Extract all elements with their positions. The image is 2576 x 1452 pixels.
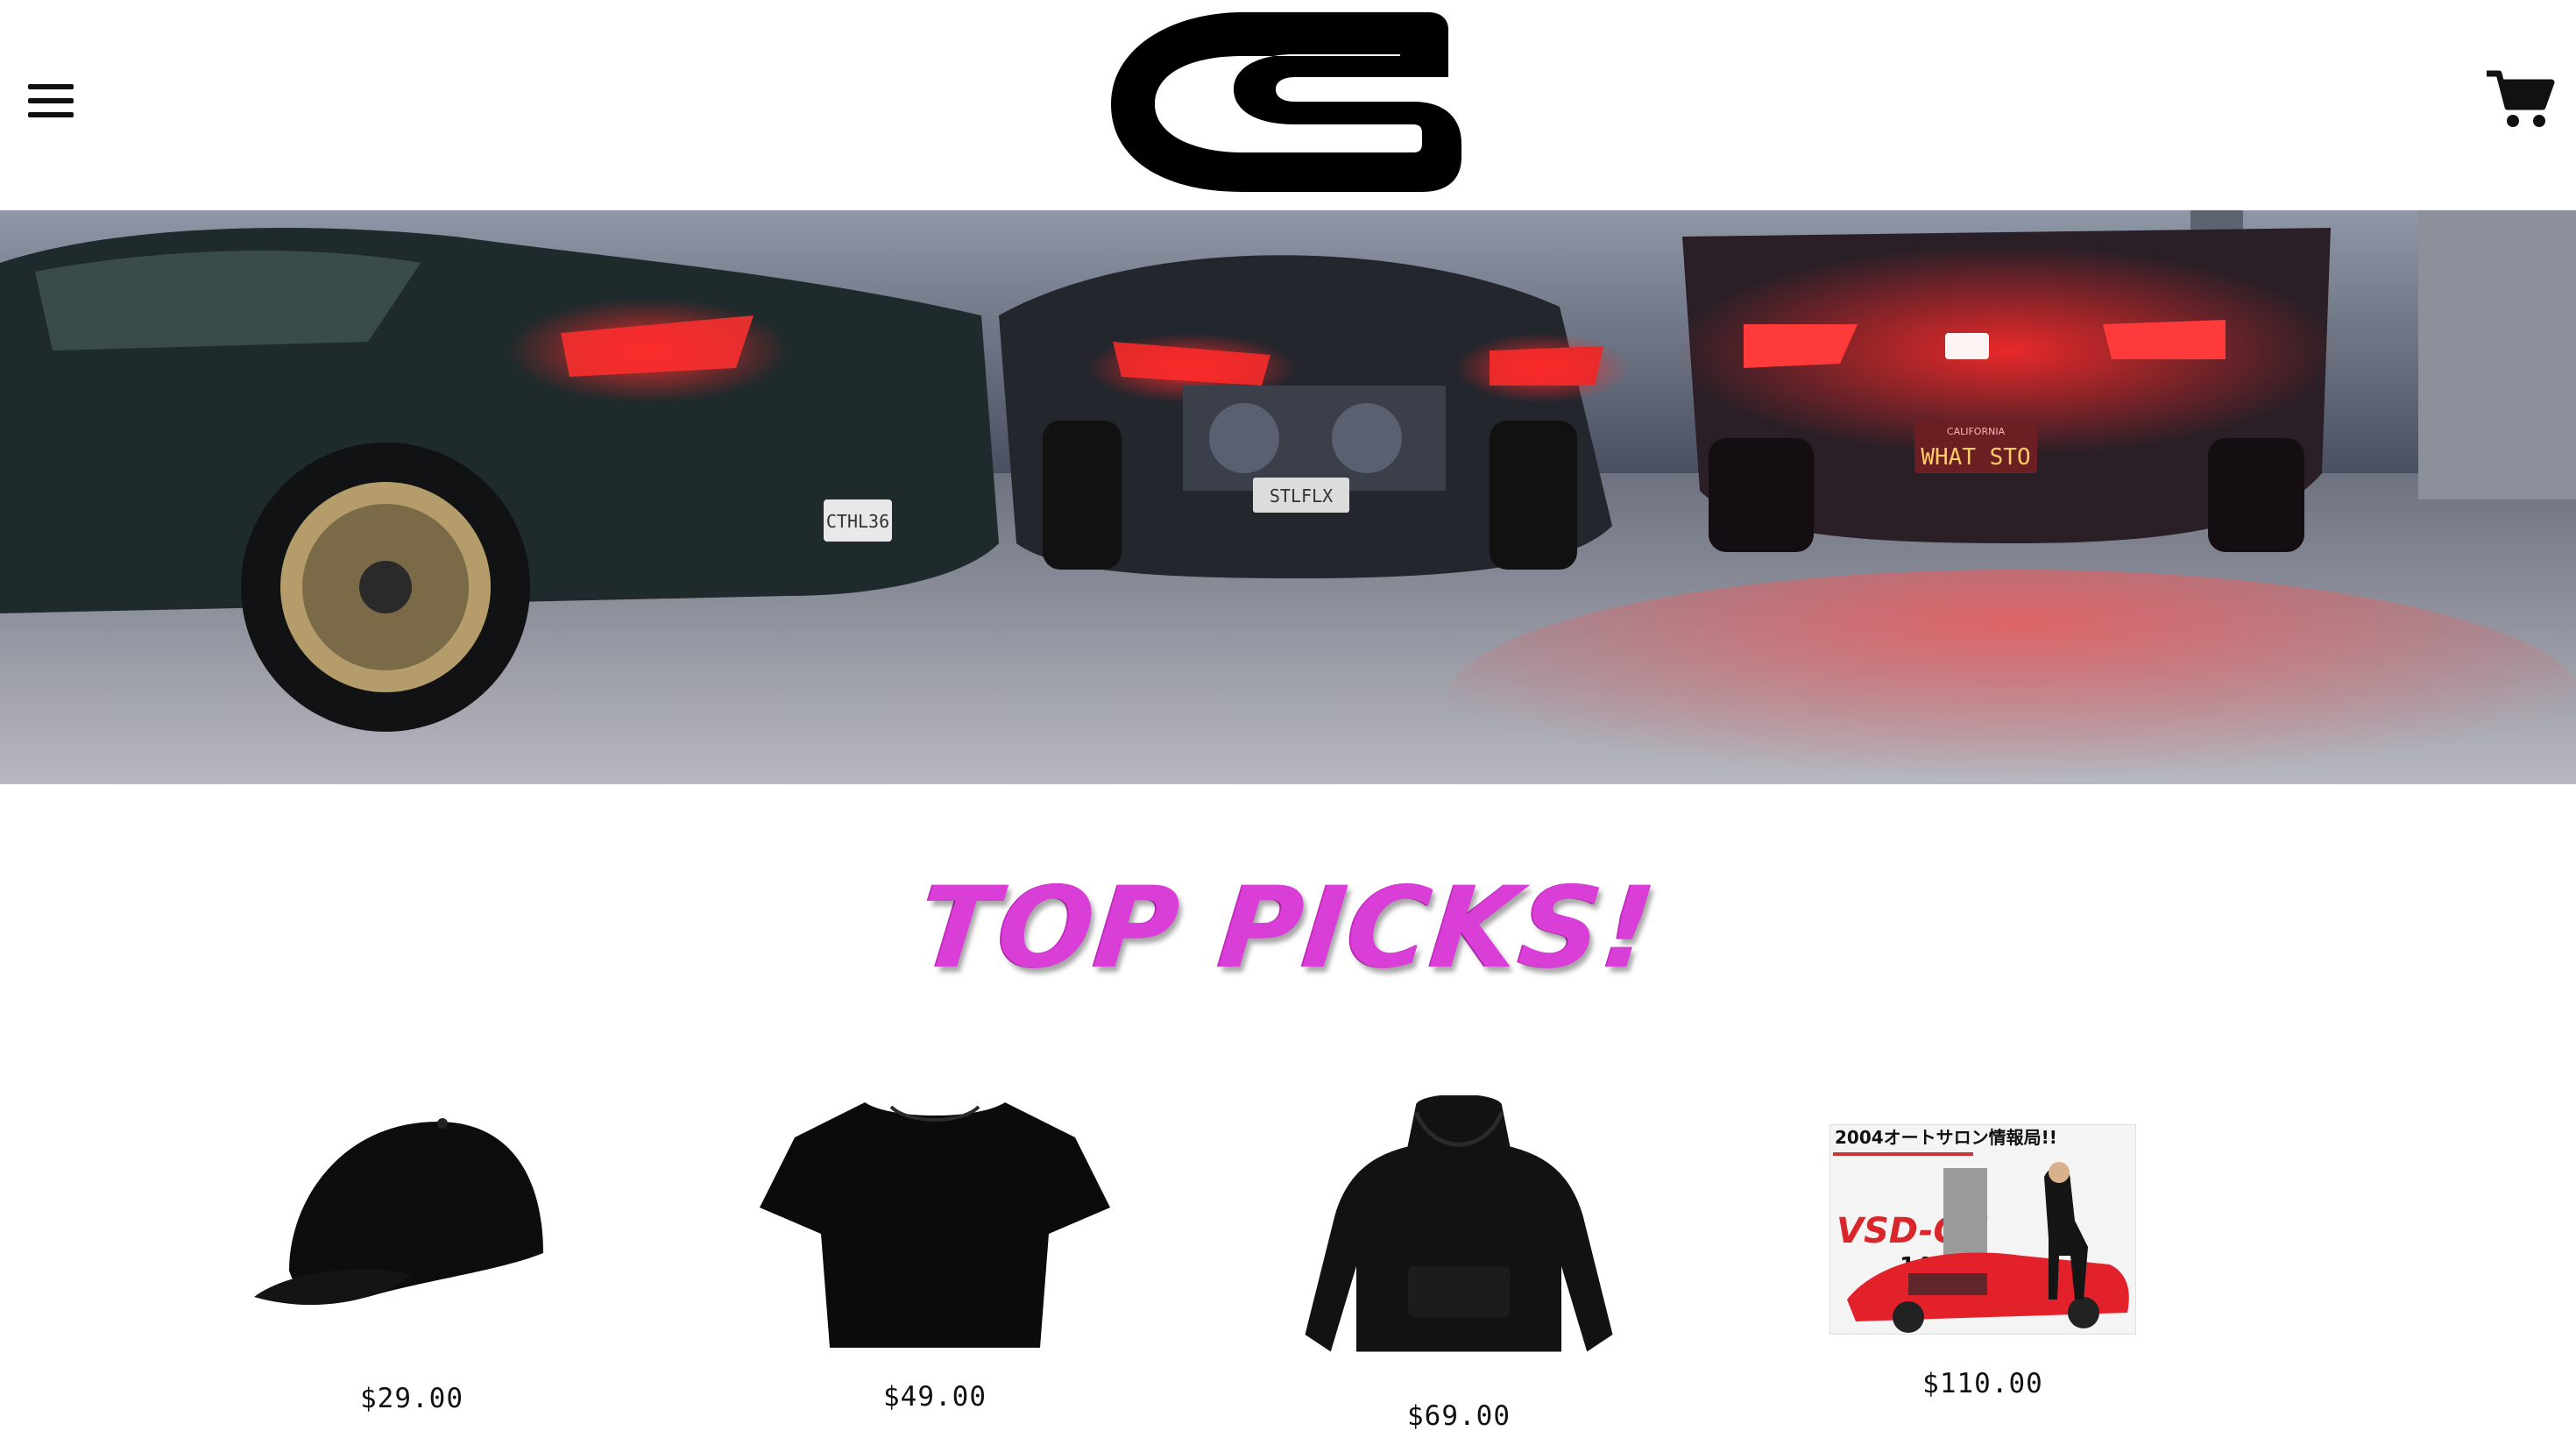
top-picks-heading: TOP PICKS! (913, 863, 1663, 994)
cs-logo[interactable] (1111, 12, 1461, 192)
product-card-magazine-print[interactable]: 2004オートサロン情報局!! VSD-GT 14 $110.00 (1808, 1124, 2158, 1422)
t-shirt-product-image[interactable] (760, 1102, 1110, 1348)
site-header (0, 0, 2576, 210)
magazine-print-product-image[interactable]: 2004オートサロン情報局!! VSD-GT 14 (1829, 1124, 2136, 1335)
hamburger-menu-icon (28, 84, 74, 89)
hamburger-menu-bar (28, 98, 74, 103)
product-price-cap: $29.00 (360, 1383, 464, 1414)
product-card-cap[interactable]: $29.00 (237, 1095, 587, 1420)
cap-product-image[interactable] (237, 1095, 587, 1323)
magazine-headline: 2004オートサロン情報局!! (1835, 1127, 2057, 1148)
hamburger-menu-bar (28, 112, 74, 117)
hero-plate-left: CTHL36 (826, 511, 889, 532)
cart-icon[interactable] (2485, 68, 2555, 131)
hoodie-product-image[interactable] (1284, 1095, 1634, 1369)
product-card-t-shirt[interactable]: $49.00 (760, 1102, 1110, 1418)
product-price-magazine-print: $110.00 (1922, 1368, 2043, 1399)
hero-plate-middle: STLFLX (1270, 485, 1333, 506)
hero-car-middle: STLFLX (999, 255, 1630, 578)
product-price-hoodie: $69.00 (1407, 1400, 1511, 1432)
logo-c-shape (1111, 12, 1461, 192)
product-card-hoodie[interactable]: $69.00 (1284, 1095, 1634, 1437)
menu-button[interactable] (25, 81, 81, 123)
hero-car-right: CALIFORNIA WHAT STO (1674, 228, 2339, 552)
hero-plate-state: CALIFORNIA (1947, 426, 2006, 437)
product-price-t-shirt: $49.00 (883, 1381, 987, 1413)
hero-plate-right: WHAT STO (1921, 444, 2030, 471)
hero-banner-image: CTHL36 STLFLX CALIFORNIA WHAT STO (0, 210, 2576, 784)
